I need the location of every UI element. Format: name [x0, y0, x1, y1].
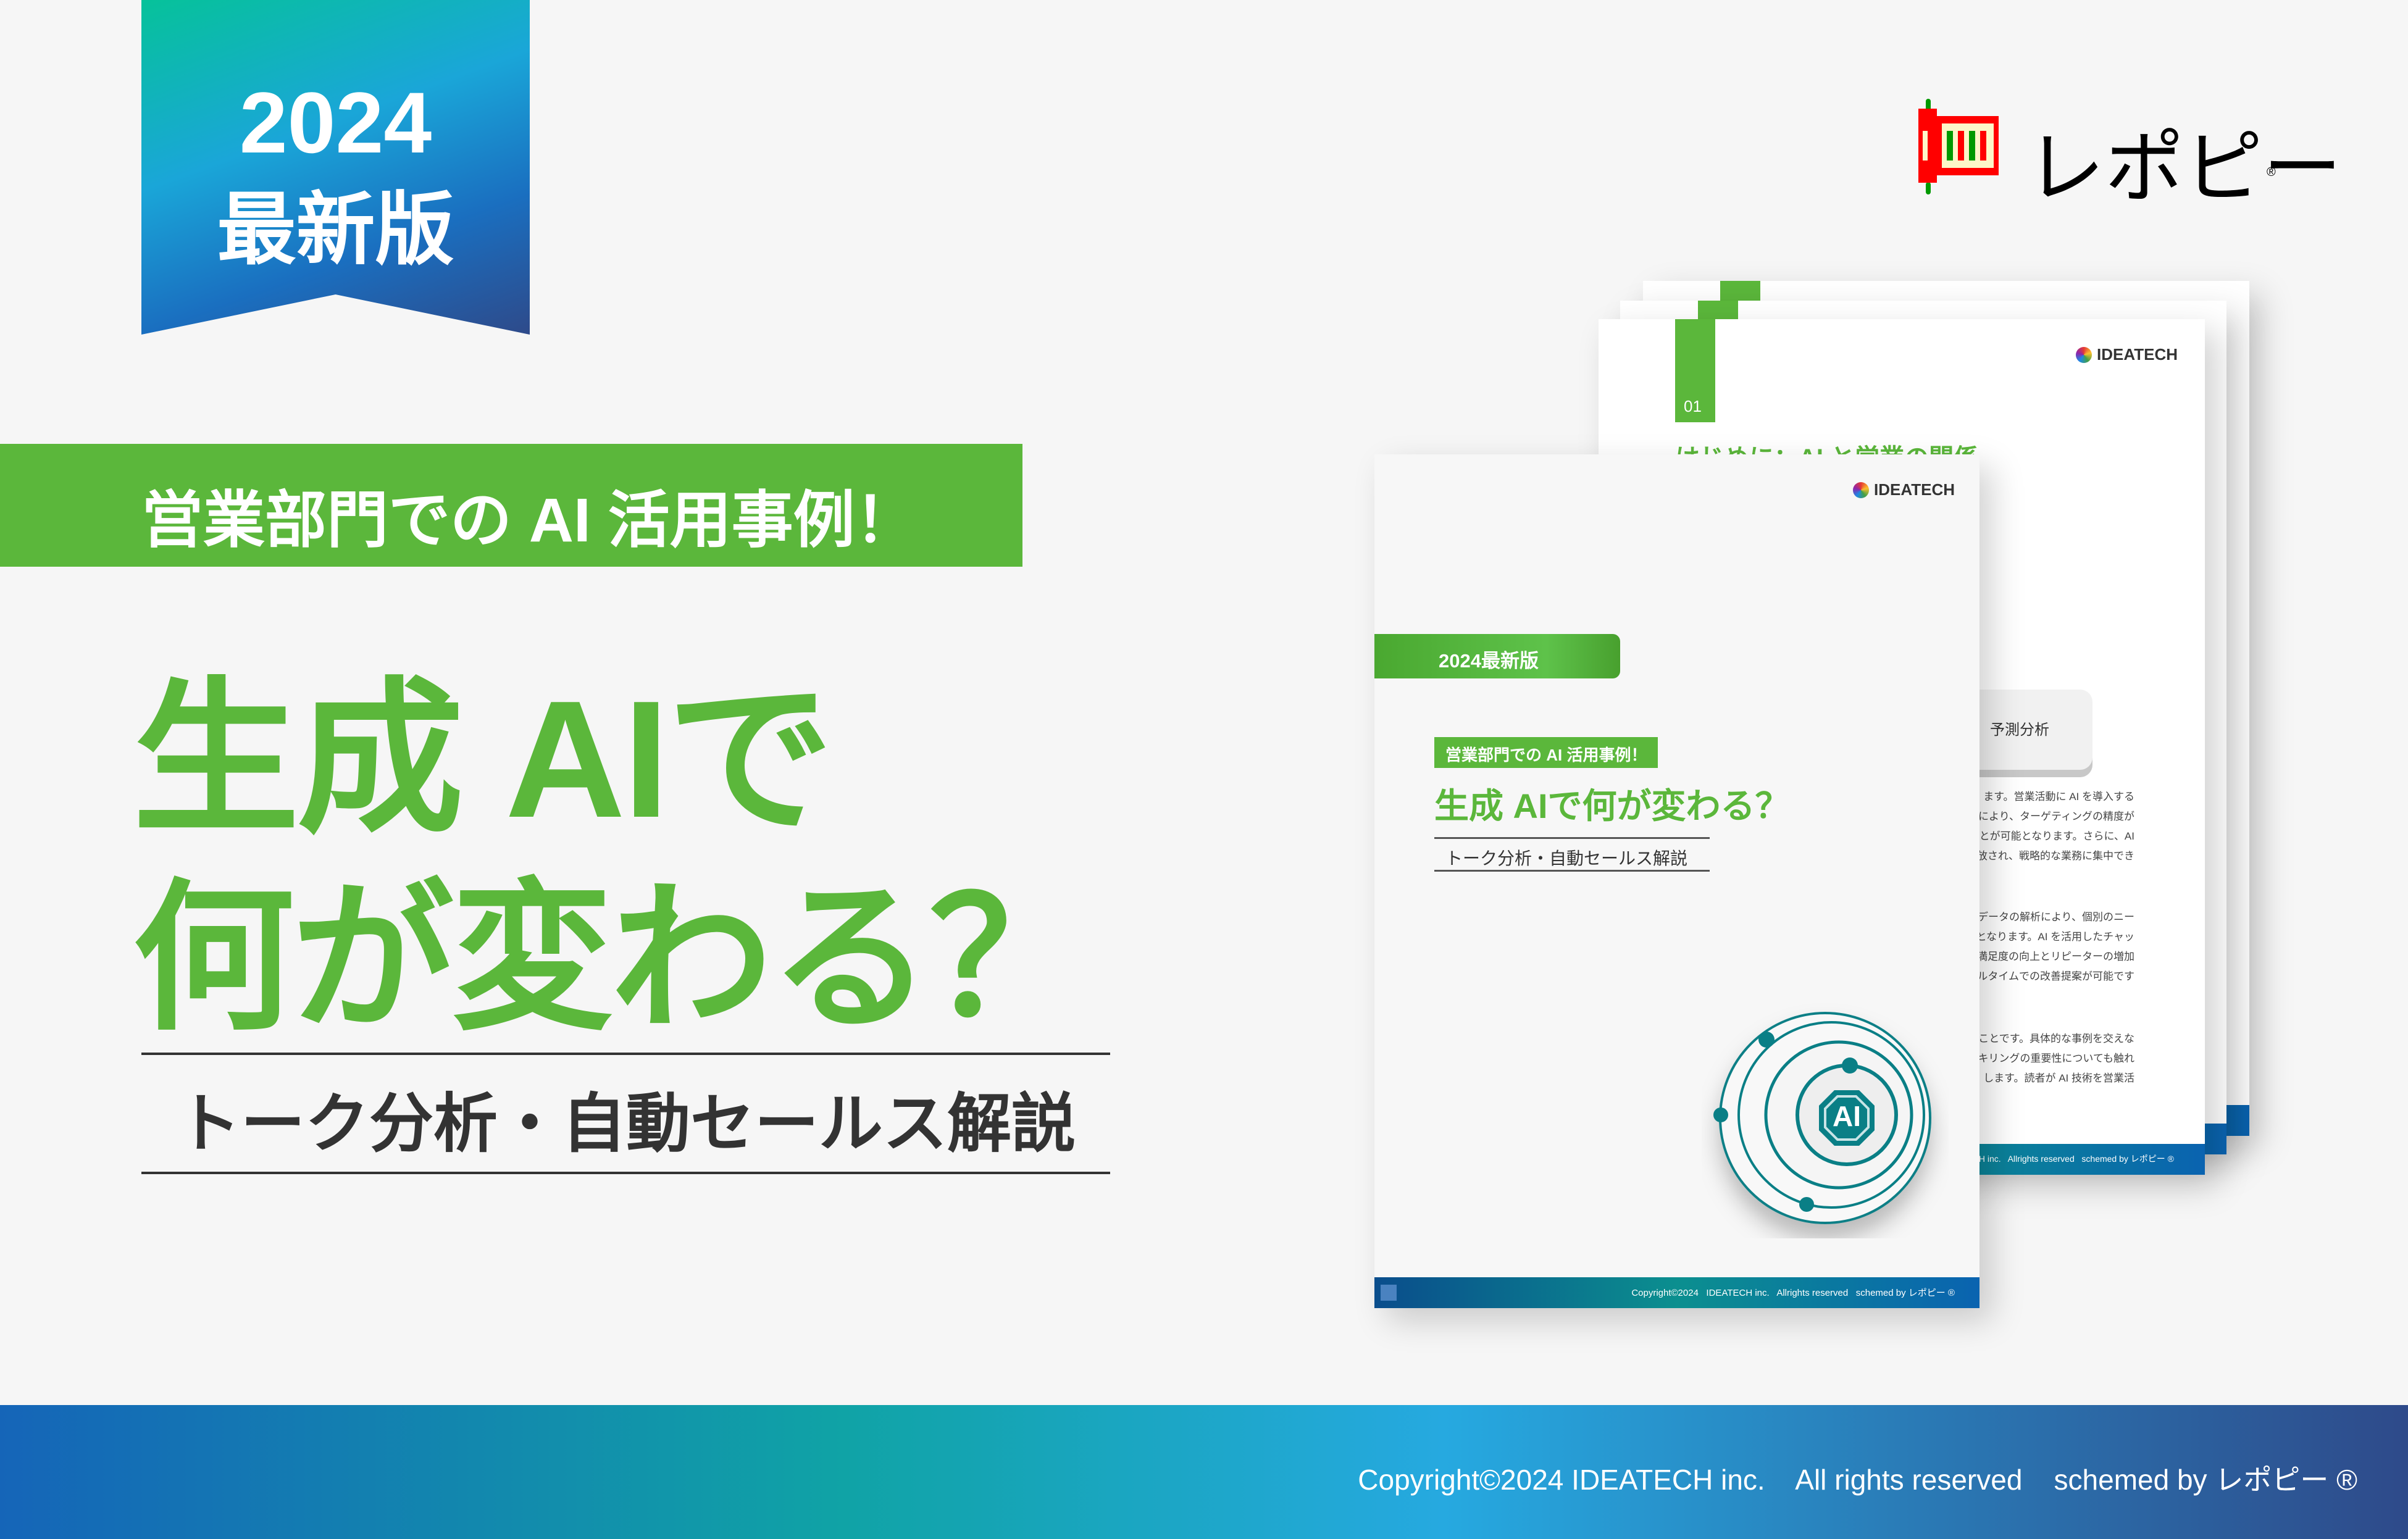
edition-ribbon: 2024 最新版: [141, 0, 530, 335]
registered-mark: ®: [2267, 165, 2276, 179]
paragraph-2: データの解析により、個別のニー となります。AI を活用したチャッ 満足度の向上とリ…: [1979, 911, 2134, 982]
footer-repopi-icon: [1381, 1285, 1397, 1301]
category-band: 営業部門での AI 活用事例！: [0, 444, 1022, 567]
cover-subtitle: トーク分析・自動セールス解説: [1434, 837, 1710, 872]
cover-title: 生成 AIで何が変わる？: [1434, 786, 1790, 825]
ideatech-logo: IDEATECH: [2076, 345, 2178, 364]
ribbon-year: 2024: [239, 74, 432, 171]
ideatech-logo-icon: [1853, 482, 1870, 498]
ideatech-logo-icon: [2076, 346, 2092, 363]
copyright-text: Copyright©2024 IDEATECH inc. All rights …: [1358, 1464, 2357, 1496]
divider-top: [141, 1053, 1110, 1055]
paragraph-3: ことです。具体的な事例を交えな キリングの重要性についても触れ します。読者が AI…: [1979, 1033, 2134, 1084]
category-label: 営業部門での AI 活用事例！: [141, 486, 917, 555]
ai-orbit-icon: AI: [1713, 1012, 1931, 1224]
chapter-number: 01: [1684, 397, 1702, 415]
page-tab: [1698, 301, 1738, 322]
title-line-2: 何が変わる？: [133, 868, 1091, 1049]
subtitle: トーク分析・自動セールス解説: [177, 1088, 1076, 1160]
chapter-tab: 01: [1675, 319, 1715, 422]
divider-bottom: [141, 1172, 1110, 1174]
ideatech-logo: IDEATECH: [1853, 480, 1955, 499]
page-tab: [1720, 281, 1760, 302]
edition-tab: 2024最新版: [1374, 634, 1620, 678]
cover-footer-text: Copyright©2024 IDEATECH inc. Allrights r…: [1631, 1288, 1955, 1298]
ai-badge-text: AI: [1833, 1100, 1861, 1132]
brochure-cover: IDEATECH 2024最新版 営業部門での AI 活用事例！ 生成 AIで何…: [1374, 454, 1979, 1308]
repopi-wordmark: レポピー: [2026, 124, 2343, 212]
ribbon-edition: 最新版: [217, 186, 454, 274]
cover-label: 営業部門での AI 活用事例！: [1434, 737, 1658, 768]
page-footer: Copyright©2024 IDEATECH inc. All rights …: [0, 1405, 2408, 1539]
repopi-logo: レポピー ®: [1915, 99, 2342, 212]
paragraph-1: ます。営業活動に AI を導入する により、ターゲティングの精度が とが可能となりま…: [1979, 791, 2134, 862]
